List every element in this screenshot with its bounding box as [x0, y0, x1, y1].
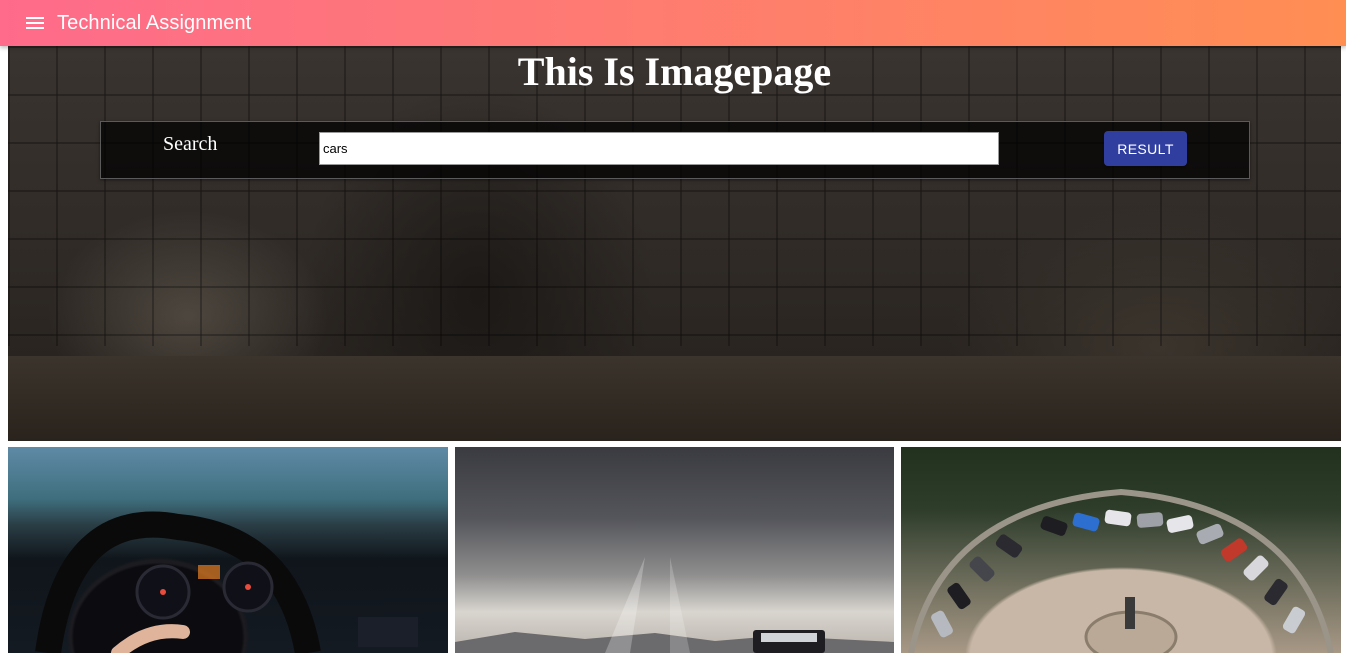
- parking-lot-aerial-image[interactable]: [901, 447, 1341, 653]
- car-dashboard-image[interactable]: [8, 447, 448, 653]
- search-label: Search: [163, 133, 218, 155]
- hero-background-image: This Is Imagepage Search RESULT: [8, 46, 1341, 441]
- result-button[interactable]: RESULT: [1104, 131, 1187, 166]
- search-panel: Search RESULT: [100, 121, 1250, 179]
- menu-icon[interactable]: [22, 11, 48, 35]
- app-bar: Technical Assignment: [0, 0, 1346, 46]
- car-on-road-image[interactable]: [455, 447, 894, 653]
- search-input[interactable]: [319, 132, 999, 165]
- page-title: This Is Imagepage: [517, 49, 832, 94]
- app-title: Technical Assignment: [57, 12, 252, 34]
